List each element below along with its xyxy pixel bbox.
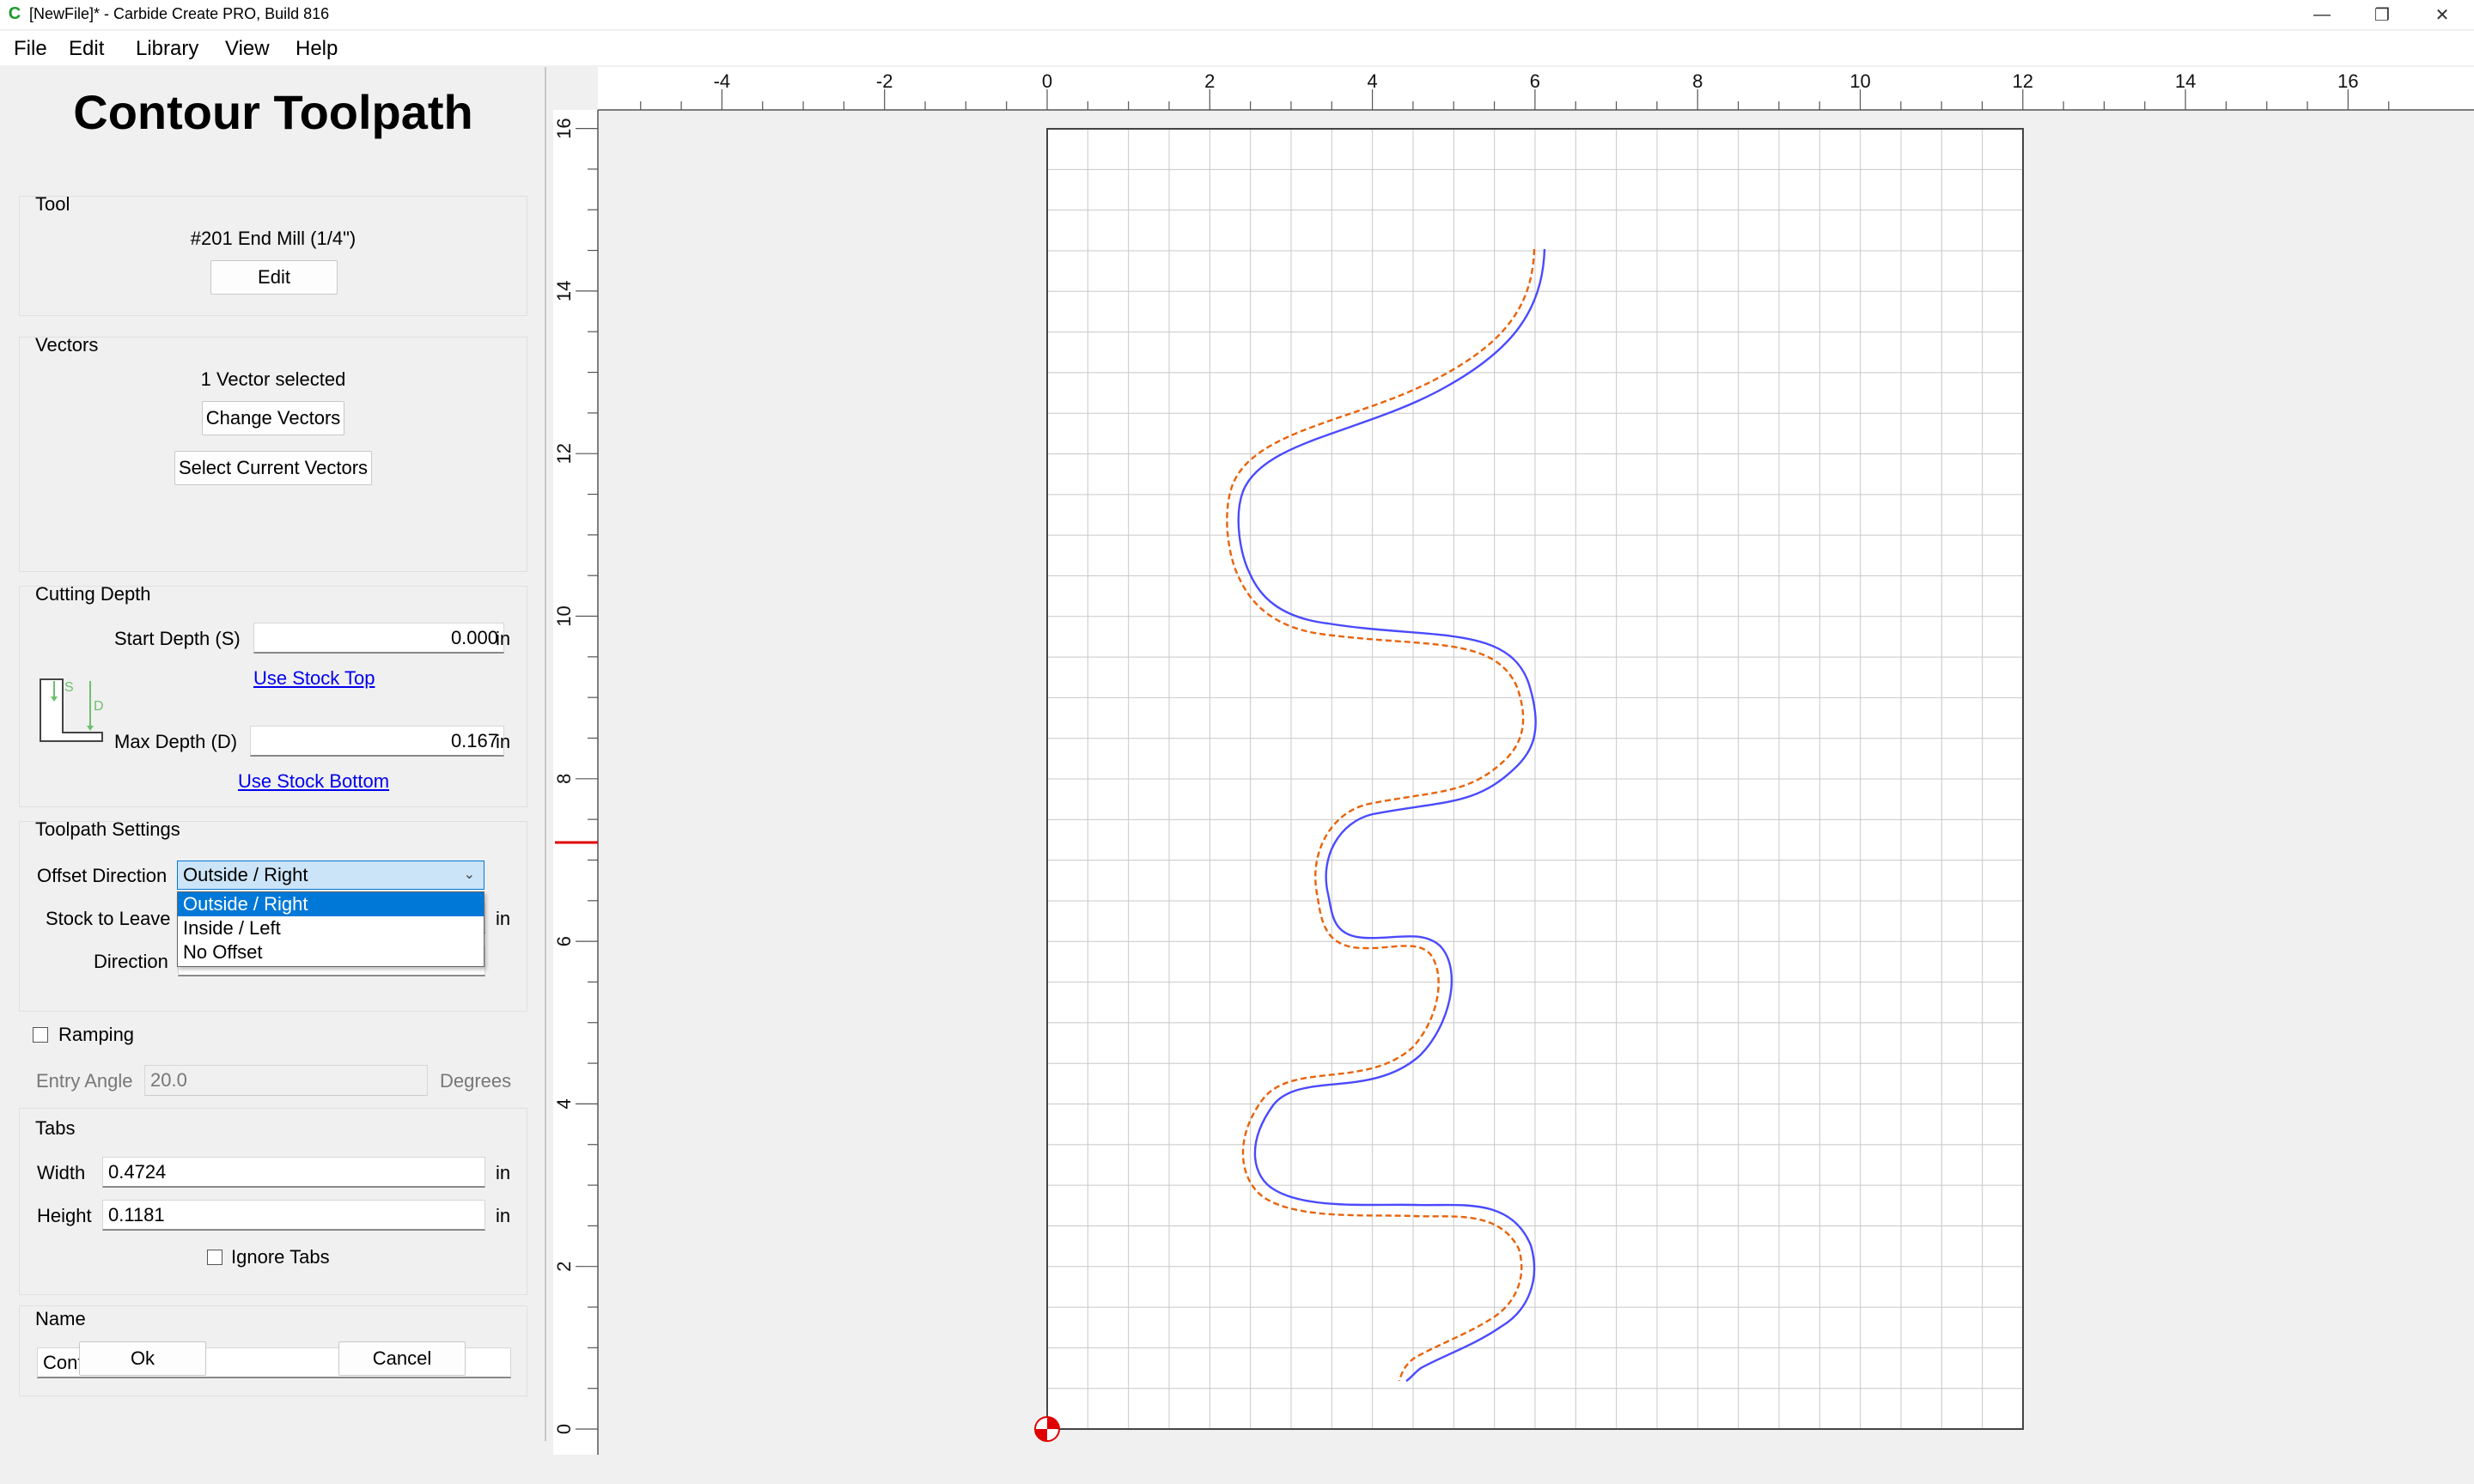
max-depth-label: Max Depth (D): [114, 731, 238, 752]
close-button[interactable]: ✕: [2412, 0, 2472, 29]
x-ruler-label: 4: [1367, 70, 1377, 92]
y-ruler-label: 4: [553, 1098, 575, 1109]
menu-help[interactable]: Help: [296, 36, 338, 62]
menu-view[interactable]: View: [225, 36, 270, 62]
tab-height-input[interactable]: 0.1181: [102, 1200, 485, 1231]
status-bar: [0, 1455, 2474, 1484]
offset-option-inside-left[interactable]: Inside / Left: [178, 916, 484, 940]
tab-height-unit: in: [496, 1205, 511, 1226]
tool-group: Tool #201 End Mill (1/4") Edit: [19, 193, 527, 316]
y-ruler-label: 8: [553, 774, 575, 784]
depth-diagram-d: D: [94, 699, 104, 714]
entry-angle-unit: Degrees: [440, 1070, 512, 1092]
change-vectors-button[interactable]: Change Vectors: [202, 401, 344, 435]
vectors-group: Vectors 1 Vector selected Change Vectors…: [19, 334, 527, 572]
y-ruler-label: 10: [553, 605, 575, 626]
offset-option-outside-right[interactable]: Outside / Right: [178, 892, 484, 916]
x-ruler-label: 6: [1530, 70, 1540, 92]
x-ruler-label: 14: [2175, 70, 2196, 92]
minimize-button[interactable]: —: [2292, 0, 2352, 29]
x-ruler-label: -4: [714, 70, 731, 92]
y-ruler-label: 6: [553, 936, 575, 946]
ramping-checkbox[interactable]: [33, 1027, 48, 1043]
offset-direction-options: Outside / Right Inside / Left No Offset: [177, 891, 484, 967]
y-ruler-label: 2: [553, 1262, 575, 1272]
tab-width-input[interactable]: 0.4724: [102, 1157, 485, 1188]
design-canvas[interactable]: -4 -2 0 2 4 6 8 10 12 14 16 0 2 4 6 8 10 12 14 16: [553, 67, 2474, 1455]
stock-to-leave-unit: in: [496, 908, 511, 929]
title-bar: C [NewFile]* - Carbide Create PRO, Build…: [0, 0, 2474, 29]
menu-library[interactable]: Library: [136, 36, 198, 62]
stock-to-leave-label: Stock to Leave: [46, 908, 171, 929]
cancel-button[interactable]: Cancel: [338, 1341, 466, 1376]
toolpath-settings-heading: Toolpath Settings: [35, 818, 180, 840]
offset-direction-label: Offset Direction: [37, 865, 168, 886]
offset-direction-value: Outside / Right: [183, 864, 308, 885]
origin-marker-icon: [1034, 1416, 1060, 1442]
maximize-button[interactable]: ❐: [2352, 0, 2412, 29]
vectors-status: 1 Vector selected: [200, 368, 346, 390]
tool-name: #201 End Mill (1/4"): [190, 228, 356, 249]
ramping-group: Ramping Entry Angle 20.0 Degrees: [19, 1020, 527, 1098]
x-ruler-label: 12: [2013, 70, 2033, 92]
start-depth-input[interactable]: 0.000: [253, 623, 504, 654]
start-depth-label: Start Depth (S): [114, 628, 241, 649]
tab-width-label: Width: [37, 1162, 86, 1183]
entry-angle-label: Entry Angle: [36, 1070, 133, 1092]
menu-file[interactable]: File: [14, 36, 47, 62]
canvas-svg[interactable]: -4 -2 0 2 4 6 8 10 12 14 16 0 2 4 6 8 10 12 14 16: [553, 67, 2474, 1455]
max-depth-input[interactable]: 0.167: [250, 726, 504, 757]
x-ruler-label: 10: [1849, 70, 1870, 92]
tabs-group: Tabs Width 0.4724 in Height 0.1181 in Ig…: [19, 1108, 527, 1295]
depth-diagram-icon: S D: [40, 678, 104, 742]
tab-height-label: Height: [37, 1205, 92, 1226]
x-ruler-label: 2: [1204, 70, 1215, 92]
ignore-tabs-checkbox[interactable]: [207, 1250, 222, 1265]
y-ruler-label: 16: [553, 118, 575, 138]
offset-option-no-offset[interactable]: No Offset: [178, 940, 484, 964]
contour-toolpath-panel: Contour Toolpath Tool #201 End Mill (1/4…: [0, 67, 546, 1441]
start-depth-unit: in: [496, 628, 511, 649]
tabs-heading: Tabs: [35, 1117, 76, 1139]
menu-bar: File Edit Library View Help: [0, 31, 2474, 65]
y-ruler-label: 12: [553, 443, 575, 464]
use-stock-bottom-link[interactable]: Use Stock Bottom: [238, 770, 389, 793]
max-depth-unit: in: [496, 731, 511, 752]
x-ruler-label: 0: [1042, 70, 1052, 92]
vectors-heading: Vectors: [35, 334, 99, 356]
ok-button[interactable]: Ok: [79, 1341, 206, 1376]
use-stock-top-link[interactable]: Use Stock Top: [253, 667, 375, 690]
offset-direction-select[interactable]: Outside / Right ⌄: [177, 861, 484, 890]
window-title: [NewFile]* - Carbide Create PRO, Build 8…: [29, 5, 330, 22]
y-ruler-label: 0: [553, 1424, 575, 1434]
tool-heading: Tool: [35, 193, 70, 215]
app-logo-icon: C: [8, 4, 21, 23]
menu-edit[interactable]: Edit: [69, 36, 104, 62]
entry-angle-input[interactable]: 20.0: [144, 1065, 428, 1096]
tab-width-unit: in: [496, 1162, 511, 1183]
x-ruler-label: -2: [876, 70, 893, 92]
chevron-down-icon: ⌄: [463, 867, 475, 882]
ramping-label: Ramping: [58, 1024, 135, 1045]
cutting-depth-heading: Cutting Depth: [35, 583, 151, 605]
edit-tool-button[interactable]: Edit: [210, 260, 338, 295]
x-ruler-label: 16: [2337, 70, 2358, 92]
name-heading: Name: [35, 1308, 86, 1329]
x-ruler-label: 8: [1692, 70, 1703, 92]
cutting-depth-group: Cutting Depth Start Depth (S) 0.000 in U…: [19, 583, 527, 807]
select-current-vectors-button[interactable]: Select Current Vectors: [174, 451, 372, 485]
panel-title: Contour Toolpath: [73, 85, 473, 139]
ignore-tabs-label: Ignore Tabs: [231, 1246, 330, 1268]
depth-diagram-s: S: [64, 680, 74, 695]
direction-label: Direction: [94, 951, 168, 972]
y-ruler-label: 14: [553, 281, 575, 301]
